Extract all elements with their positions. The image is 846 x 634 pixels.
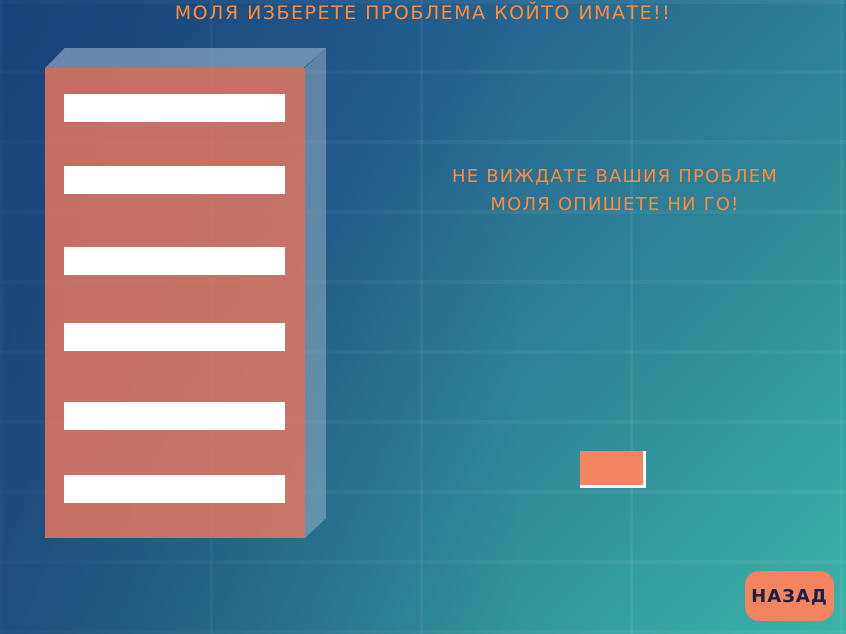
- not-found-notice-line1: НЕ ВИЖДАТЕ ВАШИЯ ПРОБЛЕМ: [451, 166, 779, 187]
- problem-option-4[interactable]: [64, 323, 285, 351]
- problem-option-2[interactable]: [64, 166, 285, 194]
- page-title: МОЛЯ ИЗБЕРЕТЕ ПРОБЛЕМА КОЙТО ИМАТЕ!!: [174, 2, 672, 24]
- back-button[interactable]: НАЗАД: [745, 571, 834, 621]
- not-found-notice-line2: МОЛЯ ОПИШЕТЕ НИ ГО!: [490, 194, 740, 215]
- problem-option-3[interactable]: [64, 247, 285, 275]
- options-panel: [45, 68, 305, 538]
- options-panel-side-face: [305, 48, 326, 538]
- describe-problem-button[interactable]: [580, 451, 646, 488]
- problem-option-6[interactable]: [64, 475, 285, 503]
- problem-option-5[interactable]: [64, 402, 285, 430]
- options-panel-top-face: [45, 48, 326, 68]
- problem-option-1[interactable]: [64, 94, 285, 122]
